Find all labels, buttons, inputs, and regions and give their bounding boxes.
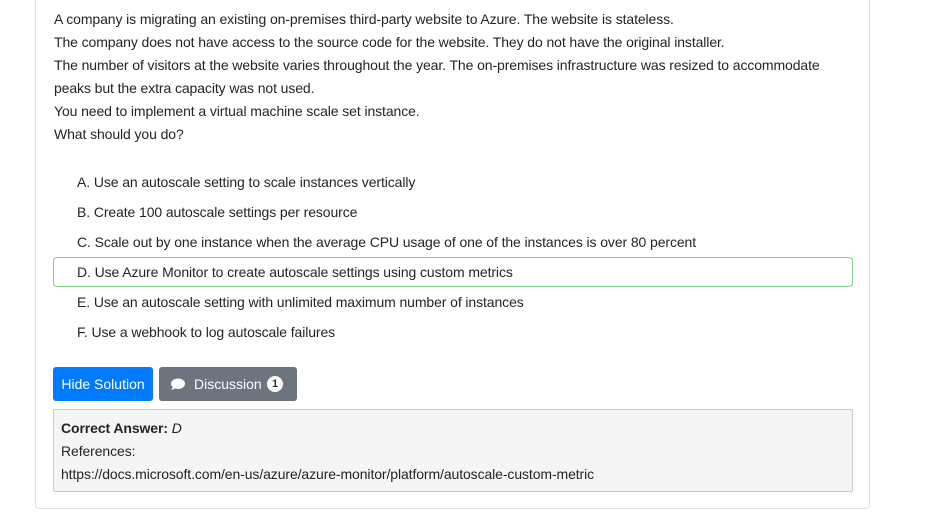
question-line: What should you do?: [54, 126, 184, 142]
discussion-count-badge: 1: [267, 376, 283, 392]
references-label: References:: [61, 443, 136, 459]
question-text: A company is migrating an existing on-pr…: [54, 8, 854, 146]
question-line: You need to implement a virtual machine …: [54, 103, 420, 119]
discussion-label: Discussion: [194, 376, 262, 392]
discussion-button[interactable]: Discussion 1: [159, 367, 297, 401]
choice-f[interactable]: F. Use a webhook to log autoscale failur…: [53, 317, 853, 347]
correct-answer-label: Correct Answer:: [61, 420, 168, 436]
correct-answer-line: Correct Answer: D: [61, 417, 845, 440]
choice-list: A. Use an autoscale setting to scale ins…: [53, 167, 853, 347]
question-line: A company is migrating an existing on-pr…: [54, 11, 674, 27]
choice-d[interactable]: D. Use Azure Monitor to create autoscale…: [53, 257, 853, 287]
chat-bubble-icon: [171, 378, 185, 390]
choice-a[interactable]: A. Use an autoscale setting to scale ins…: [53, 167, 853, 197]
correct-answer-value: D: [171, 420, 182, 436]
question-line: The company does not have access to the …: [54, 34, 725, 50]
choice-e[interactable]: E. Use an autoscale setting with unlimit…: [53, 287, 853, 317]
choice-c[interactable]: C. Scale out by one instance when the av…: [53, 227, 853, 257]
hide-solution-button[interactable]: Hide Solution: [53, 367, 153, 401]
question-line: The number of visitors at the website va…: [54, 57, 820, 96]
solution-box: Correct Answer: D References: https://do…: [53, 409, 853, 492]
reference-link[interactable]: https://docs.microsoft.com/en-us/azure/a…: [61, 463, 845, 486]
choice-b[interactable]: B. Create 100 autoscale settings per res…: [53, 197, 853, 227]
